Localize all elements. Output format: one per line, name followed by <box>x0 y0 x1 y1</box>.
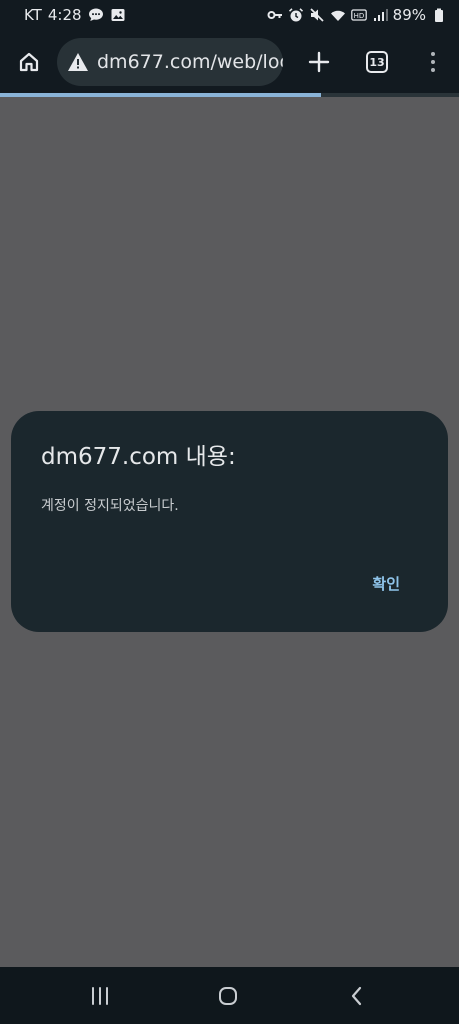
tab-count: 13 <box>369 55 385 69</box>
home-icon <box>219 987 237 1005</box>
ok-button[interactable]: 확인 <box>372 573 400 594</box>
status-right: HD 89% <box>267 6 447 24</box>
hd-icon: HD <box>350 7 367 23</box>
more-menu-button[interactable] <box>411 40 455 84</box>
signal-icon <box>372 7 388 23</box>
alert-dialog: dm677.com 내용: 계정이 정지되었습니다. 확인 <box>11 411 448 632</box>
mute-icon <box>309 7 325 23</box>
home-icon <box>19 52 39 72</box>
warning-icon[interactable] <box>67 51 89 73</box>
dialog-title: dm677.com 내용: <box>41 444 236 470</box>
chat-bubble-icon <box>88 7 104 23</box>
system-home-button[interactable] <box>213 981 243 1011</box>
browser-toolbar: dm677.com/web/log 13 <box>0 30 459 94</box>
recents-icon <box>92 987 108 1005</box>
wifi-icon <box>330 7 346 23</box>
carrier-label: KT <box>24 6 42 24</box>
address-bar[interactable]: dm677.com/web/log <box>57 38 283 86</box>
battery-icon <box>431 7 447 23</box>
home-button[interactable] <box>7 40 51 84</box>
alarm-icon <box>288 7 304 23</box>
back-icon <box>351 986 362 1006</box>
url-text[interactable]: dm677.com/web/log <box>97 51 283 73</box>
battery-percent: 89% <box>392 6 426 24</box>
clock: 4:28 <box>47 6 82 24</box>
plus-icon <box>308 51 330 73</box>
svg-text:HD: HD <box>353 12 364 20</box>
key-icon <box>267 7 283 23</box>
image-icon <box>110 7 126 23</box>
dialog-message: 계정이 정지되었습니다. <box>41 498 179 514</box>
tab-switcher-icon: 13 <box>366 51 388 73</box>
back-button[interactable] <box>342 981 372 1011</box>
new-tab-button[interactable] <box>297 40 341 84</box>
navigation-bar <box>0 967 459 1024</box>
status-left: KT 4:28 <box>24 6 126 24</box>
tab-switcher-button[interactable]: 13 <box>355 40 399 84</box>
recents-button[interactable] <box>85 981 115 1011</box>
more-vert-icon <box>431 52 435 72</box>
status-bar: KT 4:28 HD 89% <box>0 0 459 30</box>
